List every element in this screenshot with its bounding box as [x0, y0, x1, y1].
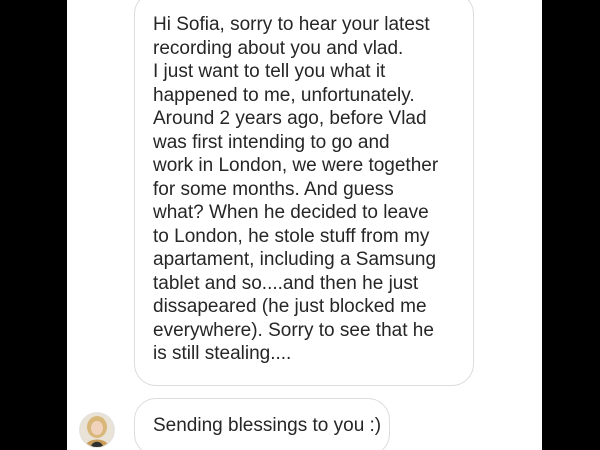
- message-line: what? When he decided to leave: [153, 202, 429, 223]
- message-line: for some months. And guess: [153, 178, 394, 200]
- second-message-bubble[interactable]: Sending blessings to you :): [134, 398, 390, 450]
- message-line: dissapeared (he just blocked me: [153, 296, 427, 317]
- message-line: recording about you and vlad.: [153, 37, 404, 59]
- message-line: to London, he stole stuff from my: [153, 225, 430, 247]
- profile-photo-icon: [80, 413, 114, 447]
- chat-screen: Hi Sofia, sorry to hear your latest reco…: [67, 0, 542, 450]
- message-line: tablet and so....and then he just: [153, 272, 419, 294]
- message-line: is still stealing....: [153, 343, 292, 364]
- message-line: happened to me, unfortunately.: [153, 84, 415, 106]
- second-message-text: Sending blessings to you :): [153, 415, 382, 436]
- received-message-bubble[interactable]: Hi Sofia, sorry to hear your latest reco…: [134, 0, 474, 386]
- message-line: work in London, we were together: [153, 155, 439, 176]
- sender-avatar-icon[interactable]: [79, 412, 115, 448]
- message-line: Around 2 years ago, before Vlad: [153, 108, 427, 129]
- message-line: I just want to tell you what it: [153, 61, 386, 82]
- message-line: Hi Sofia, sorry to hear your latest: [153, 14, 430, 35]
- message-line: was first intending to go and: [153, 131, 390, 153]
- message-line: everywhere). Sorry to see that he: [153, 319, 434, 341]
- message-line: apartament, including a Samsung: [153, 249, 437, 270]
